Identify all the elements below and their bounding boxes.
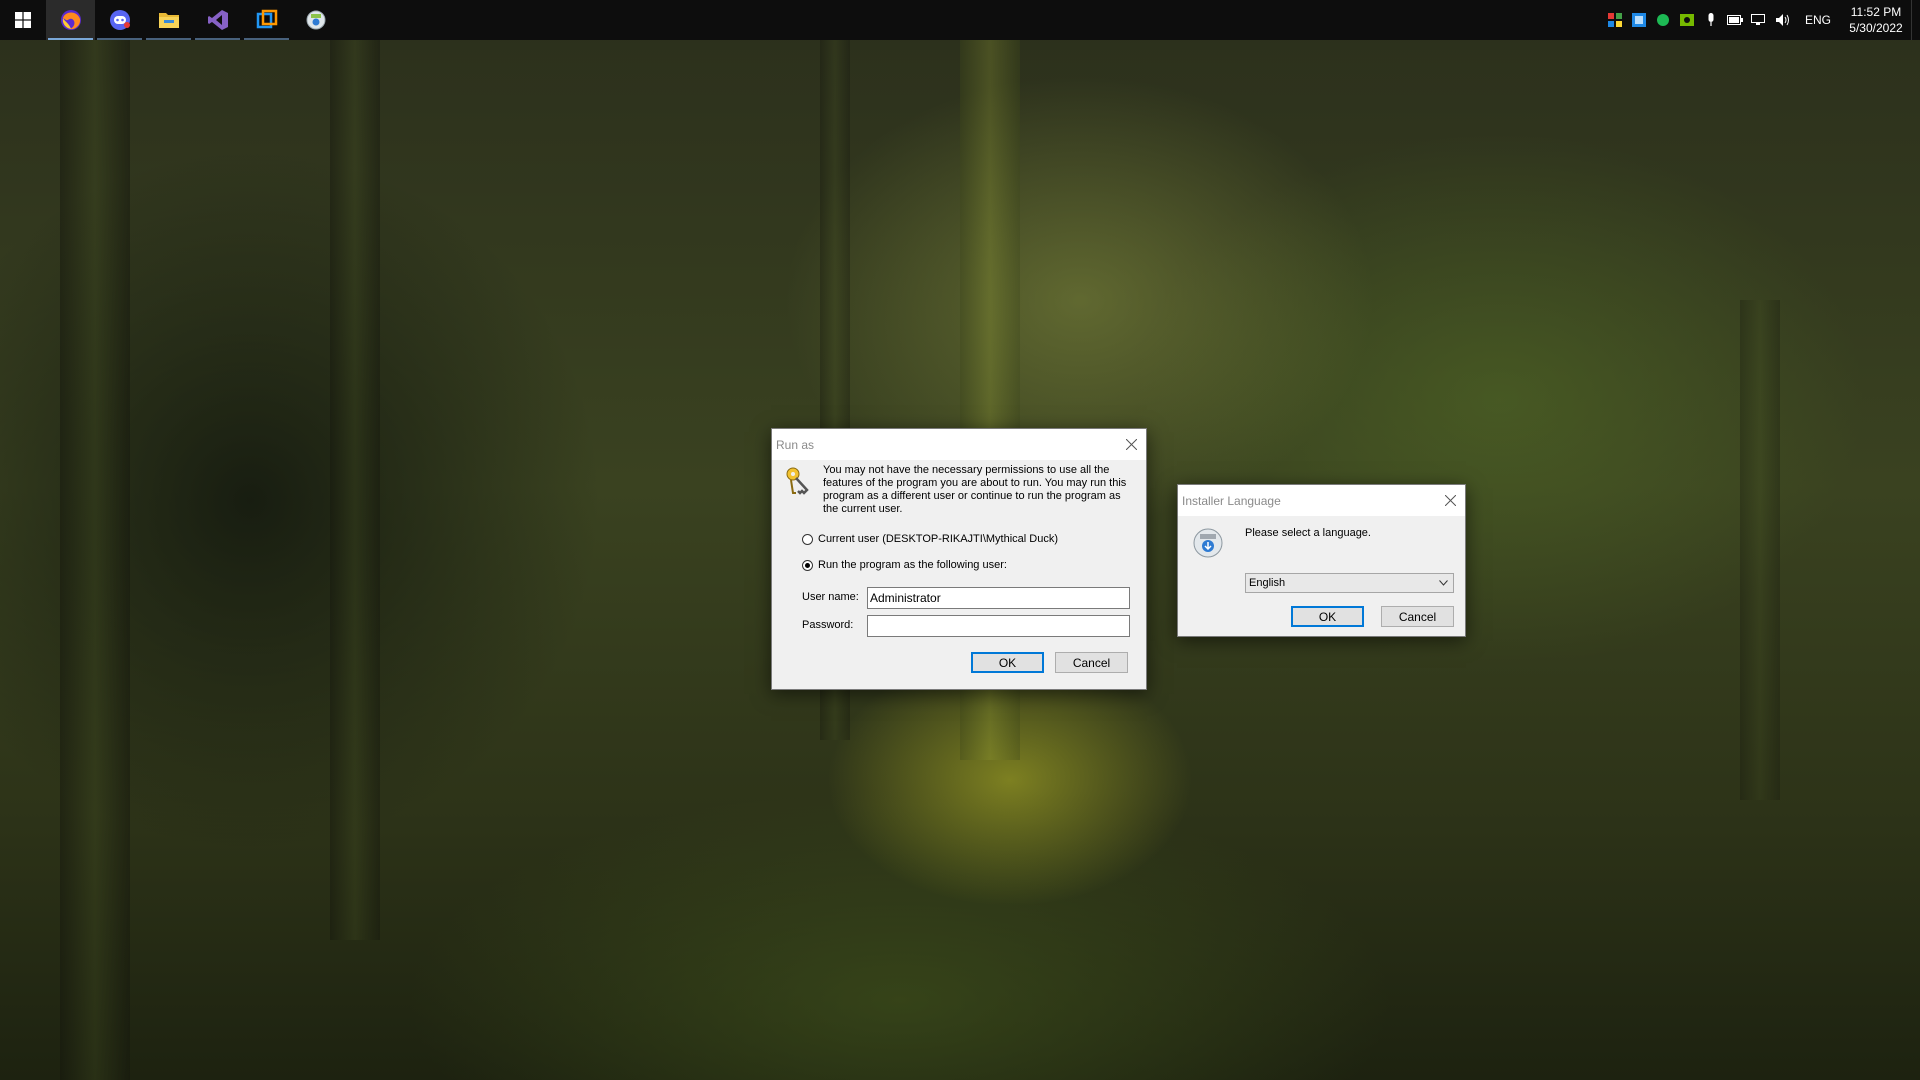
wallpaper-trunk (330, 40, 380, 940)
clock-time: 11:52 PM (1850, 5, 1902, 19)
start-button[interactable] (0, 0, 46, 40)
language-select-value: English (1249, 577, 1286, 589)
tray-app-icon[interactable] (1723, 0, 1747, 40)
tray-app-icon[interactable] (1651, 0, 1675, 40)
ok-button[interactable]: OK (1291, 606, 1364, 627)
username-field[interactable] (867, 587, 1130, 609)
installer-language-dialog: Installer Language Please select a langu… (1177, 484, 1466, 637)
firefox-icon (60, 10, 81, 30)
password-field[interactable] (867, 615, 1130, 637)
installer-language-titlebar[interactable]: Installer Language (1178, 485, 1465, 516)
wallpaper-trunk (1740, 300, 1780, 800)
other-user-radio[interactable] (802, 560, 813, 571)
battery-icon (1726, 15, 1743, 25)
microphone-icon (1708, 13, 1714, 26)
wallpaper-trunk (60, 40, 130, 1080)
language-indicator[interactable]: ENG (1795, 13, 1841, 27)
vm-app-icon (256, 9, 277, 29)
tray-app-icon[interactable] (1675, 0, 1699, 40)
run-as-message: You may not have the necessary permissio… (823, 464, 1127, 515)
run-as-dialog: Run as You may not have the necessary pe… (771, 428, 1147, 690)
run-as-title: Run as (776, 437, 815, 452)
taskbar-firefox[interactable] (46, 0, 95, 40)
ok-button[interactable]: OK (971, 652, 1044, 673)
system-tray: ENG 11:52 PM 5/30/2022 (1603, 0, 1920, 40)
taskbar-installer[interactable] (291, 0, 340, 40)
nvidia-icon (1679, 14, 1694, 26)
blue-app-icon (1631, 13, 1646, 27)
taskbar-file-explorer[interactable] (144, 0, 193, 40)
cancel-button[interactable]: Cancel (1055, 652, 1128, 673)
tray-app-icon[interactable] (1699, 0, 1723, 40)
close-icon (1444, 495, 1456, 506)
current-user-label[interactable]: Current user (DESKTOP-RIKAJTI\Mythical D… (818, 533, 1058, 545)
taskbar: ENG 11:52 PM 5/30/2022 (0, 0, 1920, 40)
language-prompt: Please select a language. (1245, 527, 1371, 539)
network-icon (1750, 14, 1765, 25)
language-select[interactable]: English (1245, 573, 1454, 593)
show-desktop-button[interactable] (1911, 0, 1920, 40)
run-as-titlebar[interactable]: Run as (772, 429, 1146, 460)
installer-icon (1193, 528, 1223, 558)
clock-date: 5/30/2022 (1849, 21, 1903, 35)
taskbar-visual-studio[interactable] (193, 0, 242, 40)
taskbar-discord[interactable] (95, 0, 144, 40)
tray-app-icon[interactable] (1627, 0, 1651, 40)
installer-language-title: Installer Language (1182, 493, 1281, 508)
keys-icon (786, 467, 809, 495)
cancel-button[interactable]: Cancel (1381, 606, 1454, 627)
username-label: User name: (802, 591, 859, 603)
close-icon (1125, 439, 1137, 450)
installer-disc-icon (306, 10, 325, 30)
close-button[interactable] (1435, 485, 1465, 516)
green-circle-icon (1656, 14, 1669, 26)
other-user-label[interactable]: Run the program as the following user: (818, 559, 1007, 571)
volume-icon (1775, 14, 1789, 26)
clock[interactable]: 11:52 PM 5/30/2022 (1841, 4, 1911, 36)
close-button[interactable] (1116, 429, 1146, 460)
password-label: Password: (802, 619, 854, 631)
colorful-grid-icon (1607, 13, 1622, 27)
chevron-down-icon (1439, 580, 1448, 586)
visual-studio-icon (207, 10, 228, 30)
tray-app-icon[interactable] (1747, 0, 1771, 40)
tray-app-icon[interactable] (1603, 0, 1627, 40)
tray-app-icon[interactable] (1771, 0, 1795, 40)
folder-icon (158, 13, 179, 28)
current-user-radio[interactable] (802, 534, 813, 545)
discord-icon (109, 10, 130, 30)
taskbar-vm-app[interactable] (242, 0, 291, 40)
windows-logo-icon (15, 12, 31, 28)
